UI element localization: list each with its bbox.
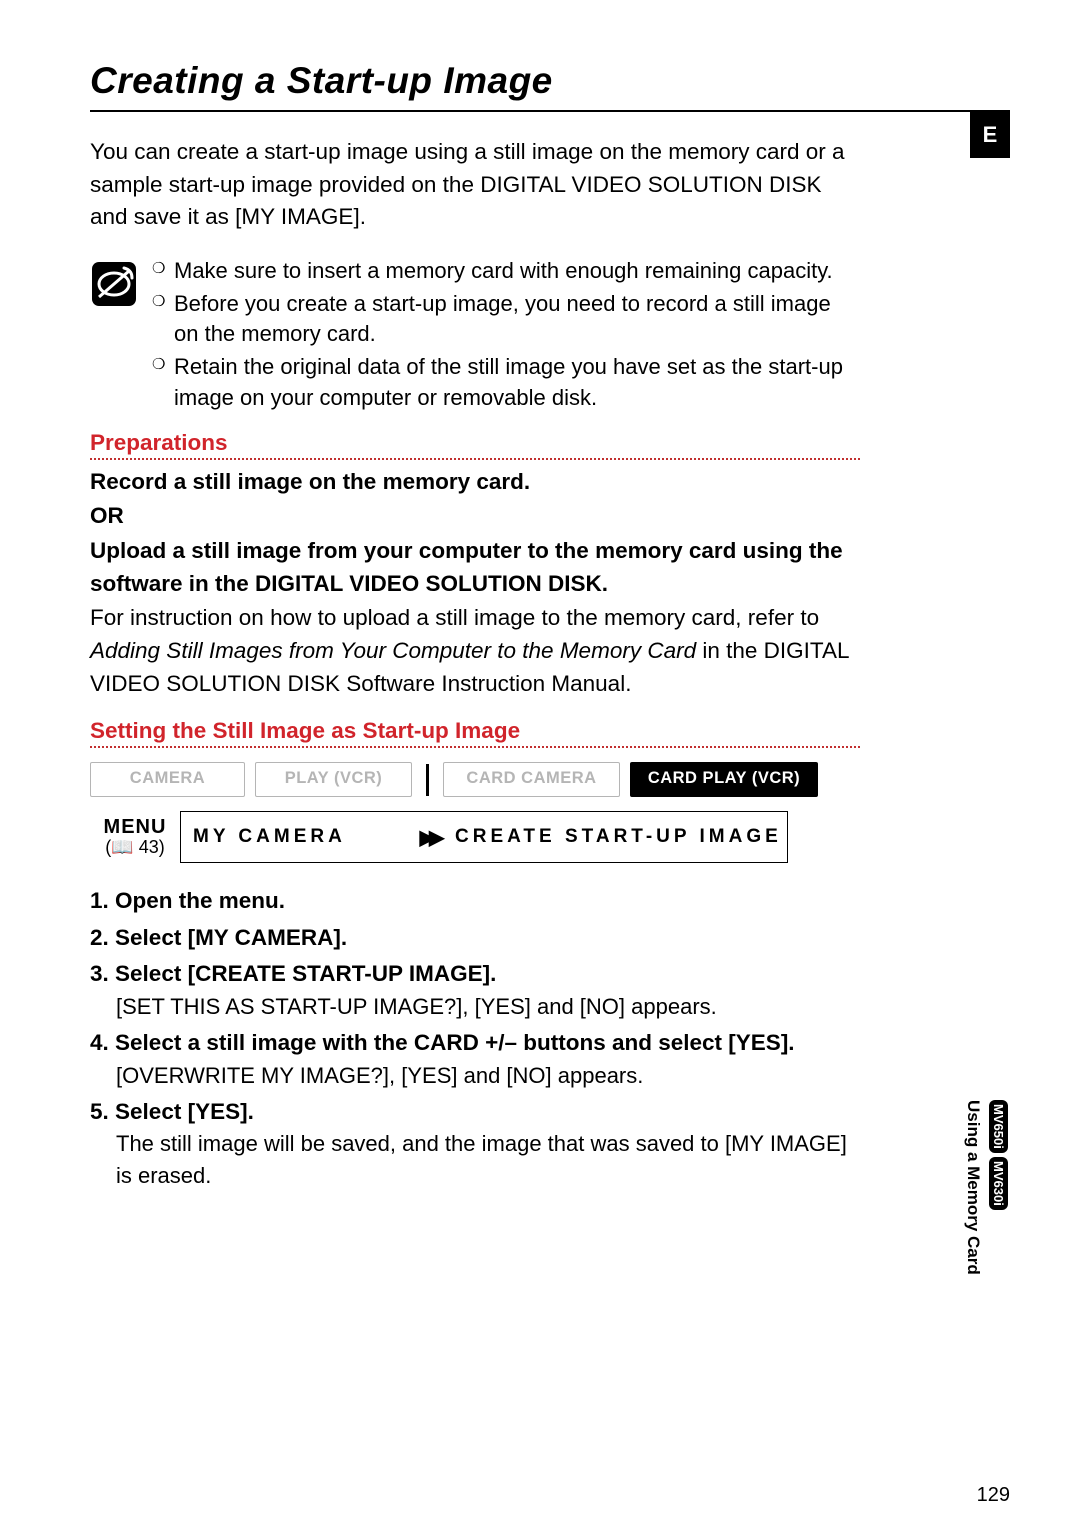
prep-instruction: For instruction on how to upload a still… <box>90 602 860 700</box>
dotted-rule <box>90 458 860 460</box>
step-head: Select a still image with the CARD +/– b… <box>90 1027 860 1060</box>
note-icon <box>90 260 138 313</box>
menu-label: MENU (📖 43) <box>90 811 180 863</box>
model-badge: MV630i <box>989 1157 1008 1210</box>
mode-play-vcr: PLAY (VCR) <box>255 762 412 797</box>
menu-path-row: MENU (📖 43) MY CAMERA ▶▶ CREATE START-UP… <box>90 811 860 863</box>
step-item: Select a still image with the CARD +/– b… <box>90 1027 860 1092</box>
step-head: Select [MY CAMERA]. <box>90 922 860 955</box>
menu-ref: (📖 43) <box>105 837 164 858</box>
intro-paragraph: You can create a start-up image using a … <box>90 136 860 234</box>
section-preparations: Preparations <box>90 430 860 456</box>
step-head: Select [YES]. <box>90 1096 860 1129</box>
prep-line1: Record a still image on the memory card. <box>90 466 860 499</box>
menu-cell-mycamera: MY CAMERA <box>180 811 415 863</box>
mode-card-camera: CARD CAMERA <box>443 762 620 797</box>
section-setting: Setting the Still Image as Start-up Imag… <box>90 718 860 744</box>
menu-cell-create: CREATE START-UP IMAGE <box>443 811 788 863</box>
step-item: Select [MY CAMERA]. <box>90 922 860 955</box>
dotted-rule <box>90 746 860 748</box>
menu-word: MENU <box>104 816 167 839</box>
mode-camera: CAMERA <box>90 762 245 797</box>
side-section-label: Using a Memory Card MV650i MV630i <box>963 1100 1008 1275</box>
model-badge: MV650i <box>989 1100 1008 1153</box>
steps-list: Open the menu. Select [MY CAMERA]. Selec… <box>90 885 860 1192</box>
title-rule <box>90 110 1010 112</box>
side-tab-e: E <box>970 112 1010 158</box>
prep-line2: Upload a still image from your computer … <box>90 535 860 600</box>
mode-row: CAMERA PLAY (VCR) CARD CAMERA CARD PLAY … <box>90 762 860 797</box>
note-item: Before you create a start-up image, you … <box>152 289 860 351</box>
menu-arrow-icon: ▶▶ <box>415 811 443 863</box>
menu-ref-num: 43 <box>139 837 159 857</box>
step-item: Select [CREATE START-UP IMAGE]. [SET THI… <box>90 958 860 1023</box>
model-badges: MV650i MV630i <box>989 1100 1008 1210</box>
step-sub: [SET THIS AS START-UP IMAGE?], [YES] and… <box>116 991 860 1023</box>
note-block: Make sure to insert a memory card with e… <box>90 256 860 416</box>
note-item: Make sure to insert a memory card with e… <box>152 256 860 287</box>
side-section-text: Using a Memory Card <box>963 1100 983 1275</box>
step-item: Open the menu. <box>90 885 860 918</box>
instr-italic: Adding Still Images from Your Computer t… <box>90 638 696 663</box>
step-sub: [OVERWRITE MY IMAGE?], [YES] and [NO] ap… <box>116 1060 860 1092</box>
step-sub: The still image will be saved, and the i… <box>116 1128 860 1192</box>
note-item: Retain the original data of the still im… <box>152 352 860 414</box>
note-list: Make sure to insert a memory card with e… <box>152 256 860 416</box>
page-title: Creating a Start-up Image <box>90 60 1010 102</box>
step-head: Open the menu. <box>90 885 860 918</box>
instr-pre: For instruction on how to upload a still… <box>90 605 819 630</box>
step-head: Select [CREATE START-UP IMAGE]. <box>90 958 860 991</box>
mode-separator <box>426 764 429 796</box>
page-number: 129 <box>977 1484 1010 1507</box>
prep-or: OR <box>90 500 860 533</box>
step-item: Select [YES]. The still image will be sa… <box>90 1096 860 1192</box>
mode-card-play-vcr-active: CARD PLAY (VCR) <box>630 762 818 797</box>
